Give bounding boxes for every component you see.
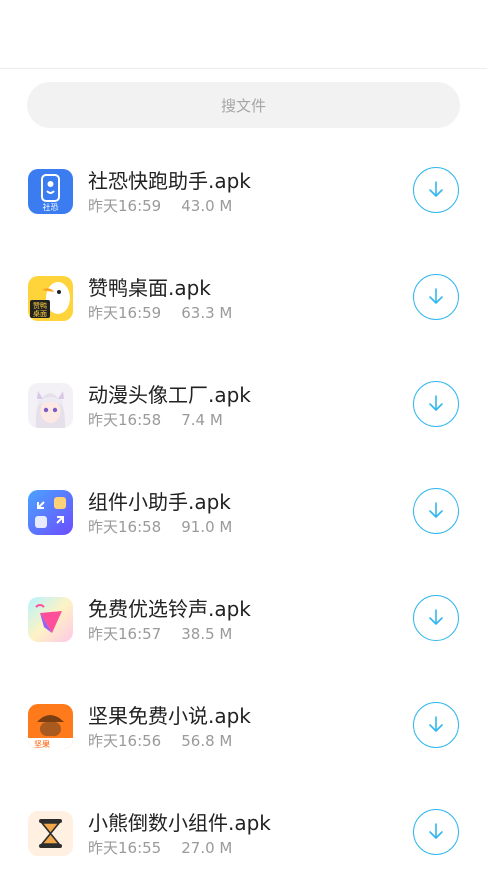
download-arrow-icon bbox=[429, 502, 443, 518]
list-item[interactable]: 动漫头像工厂.apk 昨天16:58 7.4 M bbox=[0, 351, 487, 458]
file-meta: 昨天16:58 91.0 M bbox=[88, 516, 232, 537]
ringtone-app-icon bbox=[28, 597, 73, 642]
list-item[interactable]: 社恐 社恐快跑助手.apk 昨天16:59 43.0 M bbox=[0, 137, 487, 244]
file-meta: 昨天16:59 43.0 M bbox=[88, 195, 232, 216]
file-name: 社恐快跑助手.apk bbox=[88, 169, 251, 193]
file-size: 91.0 M bbox=[181, 518, 233, 536]
download-button[interactable] bbox=[413, 595, 459, 641]
list-item[interactable]: 赞鸭 桌面 赞鸭桌面.apk 昨天16:59 63.3 M bbox=[0, 244, 487, 351]
download-button[interactable] bbox=[413, 167, 459, 213]
download-arrow-icon bbox=[429, 395, 443, 411]
file-time: 昨天16:56 bbox=[88, 732, 162, 750]
zanya-duck-app-icon: 赞鸭 桌面 bbox=[28, 276, 73, 321]
file-meta: 昨天16:57 38.5 M bbox=[88, 623, 232, 644]
file-name: 小熊倒数小组件.apk bbox=[88, 811, 271, 835]
file-name: 坚果免费小说.apk bbox=[88, 704, 251, 728]
list-item[interactable]: 小熊倒数小组件.apk 昨天16:55 27.0 M bbox=[0, 779, 487, 886]
file-time: 昨天16:55 bbox=[88, 839, 162, 857]
file-list: 社恐 社恐快跑助手.apk 昨天16:59 43.0 M 赞鸭 桌面 赞鸭桌面.… bbox=[0, 137, 487, 886]
file-time: 昨天16:59 bbox=[88, 197, 162, 215]
search-placeholder: 搜文件 bbox=[220, 96, 266, 115]
zanya-icon-text-2: 桌面 bbox=[33, 309, 47, 318]
file-meta: 昨天16:56 56.8 M bbox=[88, 730, 232, 751]
hourglass-app-icon bbox=[28, 811, 73, 856]
zanya-icon-text-1: 赞鸭 bbox=[33, 301, 47, 310]
file-size: 7.4 M bbox=[181, 411, 223, 429]
nut-icon-text: 坚果 bbox=[34, 740, 50, 749]
file-size: 27.0 M bbox=[181, 839, 233, 857]
download-arrow-icon bbox=[429, 609, 443, 625]
nut-novel-app-icon: 坚果 bbox=[28, 704, 73, 749]
download-arrow-icon bbox=[429, 823, 443, 839]
file-size: 38.5 M bbox=[181, 625, 233, 643]
widget-helper-app-icon bbox=[28, 490, 73, 535]
list-item[interactable]: 免费优选铃声.apk 昨天16:57 38.5 M bbox=[0, 565, 487, 672]
download-arrow-icon bbox=[429, 181, 443, 197]
download-button[interactable] bbox=[413, 488, 459, 534]
file-size: 63.3 M bbox=[181, 304, 233, 322]
file-size: 43.0 M bbox=[181, 197, 233, 215]
download-button[interactable] bbox=[413, 702, 459, 748]
list-item[interactable]: 坚果 坚果免费小说.apk 昨天16:56 56.8 M bbox=[0, 672, 487, 779]
search-input[interactable]: 搜文件 bbox=[27, 82, 460, 128]
file-name: 动漫头像工厂.apk bbox=[88, 383, 251, 407]
shekong-app-icon: 社恐 bbox=[28, 169, 73, 214]
file-meta: 昨天16:55 27.0 M bbox=[88, 837, 232, 858]
download-arrow-icon bbox=[429, 716, 443, 732]
file-time: 昨天16:58 bbox=[88, 411, 162, 429]
file-meta: 昨天16:58 7.4 M bbox=[88, 409, 223, 430]
file-time: 昨天16:57 bbox=[88, 625, 162, 643]
download-button[interactable] bbox=[413, 809, 459, 855]
file-name: 组件小助手.apk bbox=[88, 490, 231, 514]
file-name: 赞鸭桌面.apk bbox=[88, 276, 211, 300]
download-button[interactable] bbox=[413, 381, 459, 427]
download-button[interactable] bbox=[413, 274, 459, 320]
file-time: 昨天16:58 bbox=[88, 518, 162, 536]
list-item[interactable]: 组件小助手.apk 昨天16:58 91.0 M bbox=[0, 458, 487, 565]
download-arrow-icon bbox=[429, 288, 443, 304]
file-meta: 昨天16:59 63.3 M bbox=[88, 302, 232, 323]
file-size: 56.8 M bbox=[181, 732, 233, 750]
file-time: 昨天16:59 bbox=[88, 304, 162, 322]
file-name: 免费优选铃声.apk bbox=[88, 597, 251, 621]
anime-avatar-app-icon bbox=[28, 383, 73, 428]
top-bar bbox=[0, 0, 487, 69]
shekong-icon-text: 社恐 bbox=[43, 202, 59, 212]
